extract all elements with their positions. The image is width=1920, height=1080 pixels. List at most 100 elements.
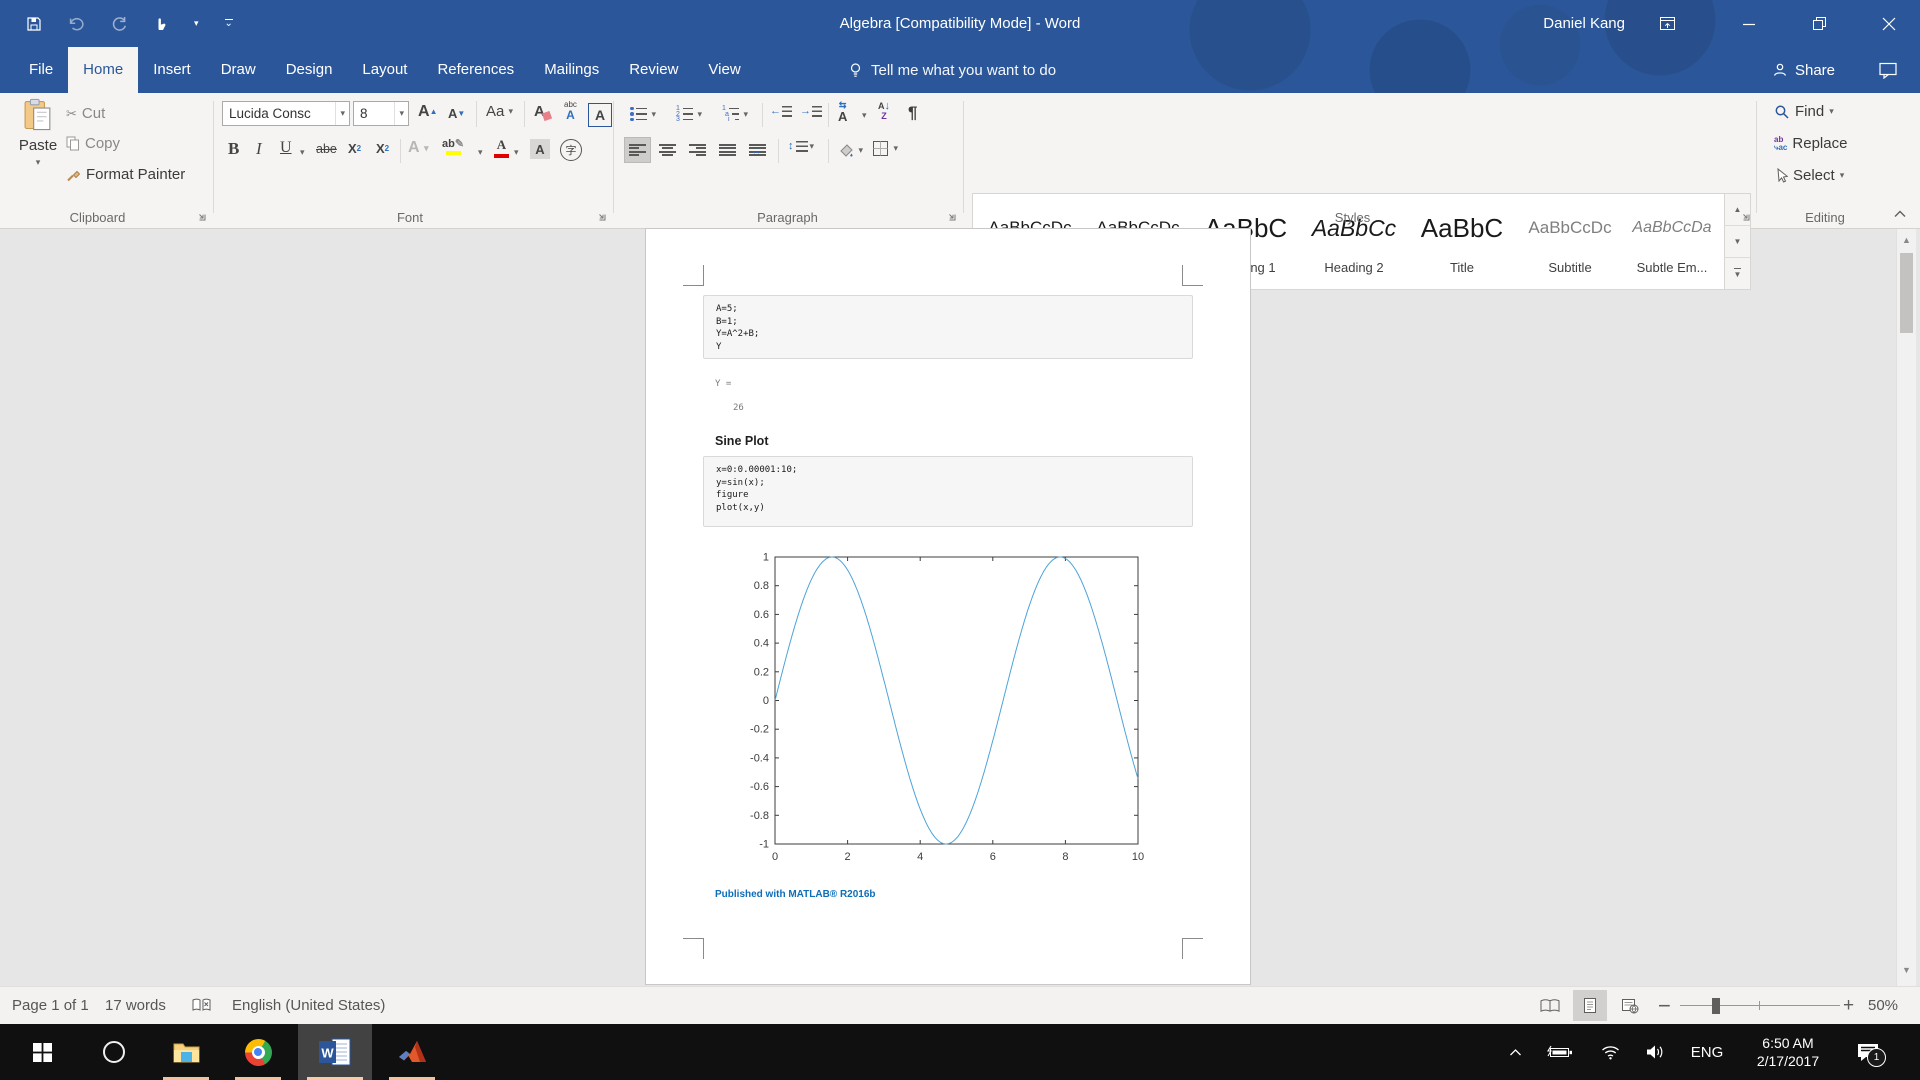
grow-font-icon[interactable]: A▲ <box>418 103 437 121</box>
increase-indent-icon[interactable]: → <box>800 106 822 117</box>
align-left-button[interactable] <box>624 137 651 163</box>
align-right-button[interactable] <box>684 137 711 163</box>
wifi-icon[interactable] <box>1592 1024 1628 1080</box>
battery-icon[interactable] <box>1540 1024 1580 1080</box>
line-spacing-icon[interactable]: ↕▾ <box>788 141 814 152</box>
bullets-icon[interactable]: ▾ <box>630 105 656 123</box>
italic-icon[interactable]: I <box>256 139 262 159</box>
bold-icon[interactable]: B <box>228 139 239 159</box>
character-shading-icon[interactable]: A <box>530 139 550 159</box>
tab-draw[interactable]: Draw <box>206 47 271 93</box>
format-painter-button[interactable]: Format Painter <box>66 166 185 183</box>
account-name[interactable]: Daniel Kang <box>1543 0 1625 47</box>
tab-review[interactable]: Review <box>614 47 693 93</box>
collapse-ribbon-icon[interactable] <box>1893 209 1907 219</box>
underline-icon[interactable]: U <box>280 139 292 157</box>
font-name-dropdown-icon[interactable]: ▾ <box>335 102 349 125</box>
align-center-button[interactable] <box>654 137 681 163</box>
highlight-color-icon[interactable]: ab✎ <box>442 137 464 155</box>
zoom-slider-track[interactable] <box>1680 1005 1840 1006</box>
scroll-down-icon[interactable]: ▼ <box>1899 962 1914 978</box>
volume-icon[interactable] <box>1636 1024 1674 1080</box>
font-color-icon[interactable]: A <box>494 137 509 158</box>
file-explorer-button[interactable] <box>154 1024 218 1080</box>
restore-button[interactable] <box>1796 0 1842 47</box>
proofing-status-icon[interactable] <box>192 987 211 1024</box>
text-effects-icon[interactable]: A ▾ <box>408 139 429 157</box>
scroll-up-icon[interactable]: ▲ <box>1899 232 1914 248</box>
replace-button[interactable]: ab⤷ac Replace <box>1774 135 1847 152</box>
clipboard-dialog-launcher-icon[interactable] <box>196 211 208 223</box>
matlab-footer-link[interactable]: Published with MATLAB® R2016b <box>715 889 876 900</box>
page-indicator[interactable]: Page 1 of 1 <box>12 987 89 1024</box>
style-subtle-emphasis[interactable]: AaBbCcDaSubtle Em... <box>1620 202 1724 275</box>
chrome-button[interactable] <box>226 1024 290 1080</box>
copy-button[interactable]: Copy <box>66 135 120 152</box>
styles-scroll-down-icon[interactable]: ▼ <box>1725 226 1750 258</box>
tab-insert[interactable]: Insert <box>138 47 206 93</box>
start-button[interactable] <box>10 1024 74 1080</box>
comments-icon[interactable] <box>1879 47 1898 93</box>
tab-home[interactable]: Home <box>68 47 138 93</box>
clock[interactable]: 6:50 AM2/17/2017 <box>1738 1024 1838 1080</box>
font-size-dropdown-icon[interactable]: ▾ <box>394 102 408 125</box>
borders-icon[interactable]: ▾ <box>872 139 898 157</box>
zoom-in-icon[interactable]: + <box>1843 987 1854 1024</box>
tab-design[interactable]: Design <box>271 47 348 93</box>
tab-layout[interactable]: Layout <box>347 47 422 93</box>
show-hide-pilcrow-icon[interactable]: ¶ <box>908 103 917 123</box>
document-page[interactable]: A=5; B=1; Y=A^2+B; Y Y = 26 Sine Plot x=… <box>645 228 1251 985</box>
distribute-button[interactable]: ↔ <box>744 137 771 163</box>
input-language-button[interactable]: ENG <box>1682 1024 1732 1080</box>
word-button[interactable]: W <box>298 1024 372 1080</box>
asian-layout-dropdown-icon[interactable]: ▾ <box>862 111 867 120</box>
show-hidden-icons-button[interactable] <box>1500 1024 1530 1080</box>
action-center-button[interactable]: 1 <box>1846 1024 1890 1080</box>
highlight-dropdown-icon[interactable]: ▾ <box>478 148 483 157</box>
paragraph-dialog-launcher-icon[interactable] <box>946 211 958 223</box>
vertical-scrollbar[interactable]: ▲ ▼ <box>1896 229 1916 1000</box>
underline-dropdown-icon[interactable]: ▾ <box>300 148 305 157</box>
enclose-characters-icon[interactable]: 字 <box>560 139 582 161</box>
word-count[interactable]: 17 words <box>105 987 166 1024</box>
find-button[interactable]: Find ▾ <box>1774 103 1834 120</box>
read-mode-icon[interactable] <box>1533 990 1567 1021</box>
asian-layout-icon[interactable]: ⇆A <box>838 101 847 123</box>
matlab-button[interactable] <box>380 1024 444 1080</box>
superscript-icon[interactable]: X2 <box>376 141 389 156</box>
web-layout-icon[interactable] <box>1613 990 1647 1021</box>
zoom-slider-thumb[interactable] <box>1712 998 1720 1014</box>
font-color-dropdown-icon[interactable]: ▾ <box>514 148 519 157</box>
select-button[interactable]: Select ▾ <box>1774 167 1844 184</box>
phonetic-guide-icon[interactable]: abcA <box>564 101 577 121</box>
minimize-button[interactable] <box>1726 0 1772 47</box>
styles-more-icon[interactable]: ▼ <box>1725 258 1750 289</box>
style-title[interactable]: AaBbCTitle <box>1410 202 1514 275</box>
cut-button[interactable]: ✂ Cut <box>66 105 105 122</box>
font-size-combobox[interactable]: 8 ▾ <box>353 101 409 126</box>
decrease-indent-icon[interactable]: ← <box>770 106 792 117</box>
ribbon-display-options-icon[interactable] <box>1644 0 1690 47</box>
styles-dialog-launcher-icon[interactable] <box>1740 211 1752 223</box>
justify-button[interactable] <box>714 137 741 163</box>
language-indicator[interactable]: English (United States) <box>232 987 385 1024</box>
clear-formatting-icon[interactable]: A <box>534 103 551 120</box>
font-name-combobox[interactable]: Lucida Consc ▾ <box>222 101 350 126</box>
cortana-button[interactable] <box>82 1024 146 1080</box>
tell-me-box[interactable]: Tell me what you want to do <box>848 47 1056 93</box>
tab-file[interactable]: File <box>14 47 68 93</box>
character-border-icon[interactable]: A <box>588 103 612 127</box>
sort-icon[interactable]: A↓Z <box>878 101 890 121</box>
subscript-icon[interactable]: X2 <box>348 141 361 156</box>
zoom-level[interactable]: 50% <box>1868 987 1898 1024</box>
numbering-icon[interactable]: ▾ <box>676 105 702 123</box>
change-case-icon[interactable]: Aa ▾ <box>486 103 513 120</box>
close-button[interactable] <box>1866 0 1912 47</box>
share-button[interactable]: Share <box>1772 47 1835 93</box>
font-dialog-launcher-icon[interactable] <box>596 211 608 223</box>
shrink-font-icon[interactable]: A▼ <box>448 106 465 121</box>
scrollbar-thumb[interactable] <box>1900 253 1913 333</box>
style-subtitle[interactable]: AaBbCcDcSubtitle <box>1518 202 1622 275</box>
zoom-out-icon[interactable]: − <box>1658 987 1671 1024</box>
shading-icon[interactable]: ▾ <box>838 141 863 159</box>
